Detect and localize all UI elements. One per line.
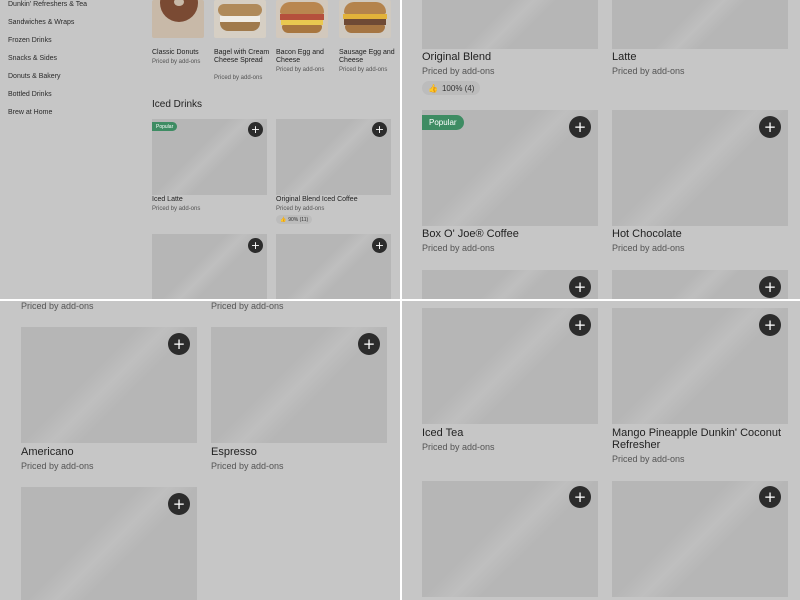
espresso-name: Espresso (211, 446, 257, 458)
sidebar-item-donuts-bakery[interactable]: Donuts & Bakery (8, 73, 61, 80)
sandwich-top (344, 2, 386, 14)
sausage-egg-cheese-price: Priced by add-ons (339, 67, 388, 73)
bagel-bottom (220, 22, 260, 31)
sidebar-item-label: Snacks & Sides (8, 55, 58, 62)
bagel-price: Priced by add-ons (214, 75, 263, 81)
tea-refresher-panel: + + Iced Tea Priced by add-ons Mango Pin… (402, 301, 800, 600)
bacon-egg-cheese-price: Priced by add-ons (276, 67, 325, 73)
add-iced-latte-button[interactable]: + (248, 122, 263, 137)
horizontal-divider (0, 299, 800, 301)
sidebar-item-refreshers-tea[interactable]: Dunkin' Refreshers & Tea (8, 1, 87, 8)
rating-badge: 👍 90% (11) (276, 215, 313, 224)
section-title-iced-drinks: Iced Drinks (152, 99, 203, 110)
classic-donuts-price: Priced by add-ons (152, 59, 201, 65)
rating-value: 90% (11) (288, 216, 309, 223)
add-item-button[interactable]: + (759, 486, 781, 508)
iced-tea-price: Priced by add-ons (422, 442, 495, 452)
add-box-o-joe-button[interactable]: + (569, 116, 591, 138)
add-mango-pineapple-refresher-button[interactable]: + (759, 314, 781, 336)
bagel-image[interactable] (214, 0, 266, 38)
bacon-egg-cheese-image[interactable] (276, 0, 328, 38)
hot-chocolate-name: Hot Chocolate (612, 228, 682, 240)
sandwich-bottom (282, 25, 322, 33)
sidebar-item-frozen-drinks[interactable]: Frozen Drinks (8, 37, 52, 44)
box-o-joe-price: Priced by add-ons (422, 243, 495, 253)
add-item-button[interactable]: + (569, 276, 591, 298)
sidebar-item-label: Brew at Home (8, 109, 53, 116)
mango-pineapple-refresher-price: Priced by add-ons (612, 454, 685, 464)
sidebar-item-label: Donuts & Bakery (8, 73, 61, 80)
popular-badge: Popular (152, 122, 178, 131)
thumbs-up-icon: 👍 (428, 83, 438, 93)
add-item-button[interactable]: + (372, 238, 387, 253)
original-blend-iced-coffee-name: Original Blend Iced Coffee (276, 196, 358, 203)
add-item-button[interactable]: + (248, 238, 263, 253)
rating-value: 100% (4) (441, 83, 475, 93)
bagel-top (218, 4, 262, 16)
sidebar-item-brew-at-home[interactable]: Brew at Home (8, 109, 52, 116)
americano-price: Priced by add-ons (21, 461, 94, 471)
latte-name: Latte (612, 51, 637, 63)
iced-latte-name: Iced Latte (152, 196, 183, 203)
item-price: Priced by add-ons (211, 301, 284, 311)
rating-badge: 👍 100% (4) (422, 81, 481, 95)
sidebar-item-sandwiches-wraps[interactable]: Sandwiches & Wraps (8, 19, 74, 26)
hot-chocolate-price: Priced by add-ons (612, 243, 685, 253)
americano-name: Americano (21, 446, 74, 458)
bacon-egg-cheese-name: Bacon Egg and Cheese (276, 49, 324, 64)
original-blend-name: Original Blend (422, 51, 492, 63)
add-item-button[interactable]: + (168, 493, 190, 515)
sidebar-item-label: Sandwiches & Wraps (8, 19, 75, 26)
add-hot-chocolate-button[interactable]: + (759, 116, 781, 138)
espresso-price: Priced by add-ons (211, 461, 284, 471)
box-o-joe-name: Box O' Joe® Coffee (422, 228, 519, 240)
add-americano-button[interactable]: + (168, 333, 190, 355)
add-original-blend-iced-coffee-button[interactable]: + (372, 122, 387, 137)
add-espresso-button[interactable]: + (358, 333, 380, 355)
original-blend-image[interactable] (422, 0, 598, 49)
hot-coffee-panel: Original Blend Priced by add-ons 👍 100% … (402, 0, 800, 299)
add-item-button[interactable]: + (569, 486, 591, 508)
espresso-panel: Priced by add-ons Priced by add-ons + + … (0, 301, 400, 600)
classic-donuts-name: Classic Donuts (152, 49, 199, 56)
original-blend-iced-coffee-price: Priced by add-ons (276, 206, 325, 212)
add-item-button[interactable]: + (759, 276, 781, 298)
sidebar-item-label: Frozen Drinks (8, 37, 52, 44)
sidebar-item-bottled-drinks[interactable]: Bottled Drinks (8, 91, 52, 98)
sausage-egg-cheese-name: Sausage Egg and Cheese (339, 49, 395, 64)
classic-donuts-image[interactable] (152, 0, 204, 38)
original-blend-price: Priced by add-ons (422, 66, 495, 76)
latte-price: Priced by add-ons (612, 66, 685, 76)
iced-tea-name: Iced Tea (422, 427, 464, 439)
thumbs-up-icon: 👍 (280, 216, 287, 223)
store-menu-panel: Dunkin' Refreshers & Tea Sandwiches & Wr… (0, 0, 400, 299)
item-price: Priced by add-ons (21, 301, 94, 311)
latte-image[interactable] (612, 0, 788, 49)
sidebar-item-snacks-sides[interactable]: Snacks & Sides (8, 55, 57, 62)
sandwich-top (280, 2, 324, 14)
iced-latte-price: Priced by add-ons (152, 206, 201, 212)
popular-badge: Popular (422, 115, 464, 130)
sidebar-item-label: Dunkin' Refreshers & Tea (8, 1, 88, 8)
sidebar-item-label: Bottled Drinks (8, 91, 52, 98)
mango-pineapple-refresher-name: Mango Pineapple Dunkin' Coconut Refreshe… (612, 427, 782, 451)
sausage-egg-cheese-image[interactable] (339, 0, 391, 38)
sandwich-bottom (345, 25, 385, 33)
add-iced-tea-button[interactable]: + (569, 314, 591, 336)
bagel-name: Bagel with Cream Cheese Spread (214, 49, 270, 64)
